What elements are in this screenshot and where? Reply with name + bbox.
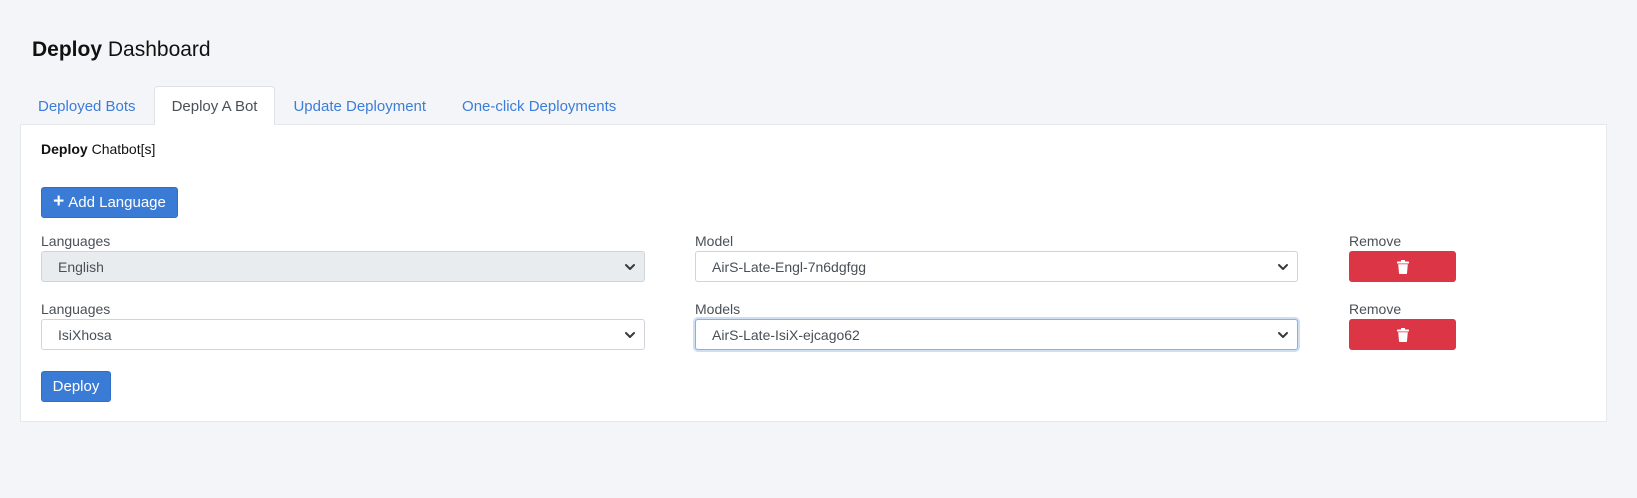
remove-button-1[interactable] [1349,251,1456,282]
chevron-down-icon [1278,263,1288,270]
card-title-bold: Deploy [41,141,88,157]
card-title: Deploy Chatbot[s] [41,141,155,157]
model-value-1: AirS-Late-Engl-7n6dgfgg [712,258,867,275]
deploy-card: Deploy Chatbot[s] + Add Language Languag… [20,124,1607,422]
plus-icon: + [53,191,65,212]
language-label-2: Languages [41,301,111,317]
trash-icon [1396,327,1409,342]
page-title-rest: Dashboard [107,38,211,61]
remove-label-1: Remove [1349,233,1402,249]
chevron-down-icon [1278,331,1288,338]
remove-button-2[interactable] [1349,319,1456,350]
model-select-1[interactable]: AirS-Late-Engl-7n6dgfgg [695,251,1298,282]
trash-icon [1396,259,1409,274]
tab-bar: Deployed Bots Deploy A Bot Update Deploy… [20,86,634,125]
language-select-1[interactable]: English [41,251,645,282]
add-language-label: Add Language [68,194,166,211]
model-value-2: AirS-Late-IsiX-ejcago62 [712,326,860,343]
language-select-2[interactable]: IsiXhosa [41,319,645,350]
language-value-1: English [58,258,104,275]
add-language-button[interactable]: + Add Language [41,187,178,218]
chevron-down-icon [625,331,635,338]
tab-deployed-bots[interactable]: Deployed Bots [20,86,154,125]
tab-update-deployment[interactable]: Update Deployment [275,86,444,125]
tab-deploy-a-bot[interactable]: Deploy A Bot [153,86,276,125]
deploy-button[interactable]: Deploy [41,371,111,402]
page-title: Deploy Dashboard [32,36,211,64]
page-title-bold: Deploy [32,38,103,61]
card-title-rest: Chatbot[s] [91,141,156,157]
model-label-2: Models [695,301,741,317]
model-label-1: Model [695,233,734,249]
remove-label-2: Remove [1349,301,1402,317]
tab-one-click-deployments[interactable]: One-click Deployments [444,86,634,125]
language-value-2: IsiXhosa [58,326,112,343]
chevron-down-icon [625,263,635,270]
model-select-2[interactable]: AirS-Late-IsiX-ejcago62 [695,319,1298,350]
language-label-1: Languages [41,233,111,249]
